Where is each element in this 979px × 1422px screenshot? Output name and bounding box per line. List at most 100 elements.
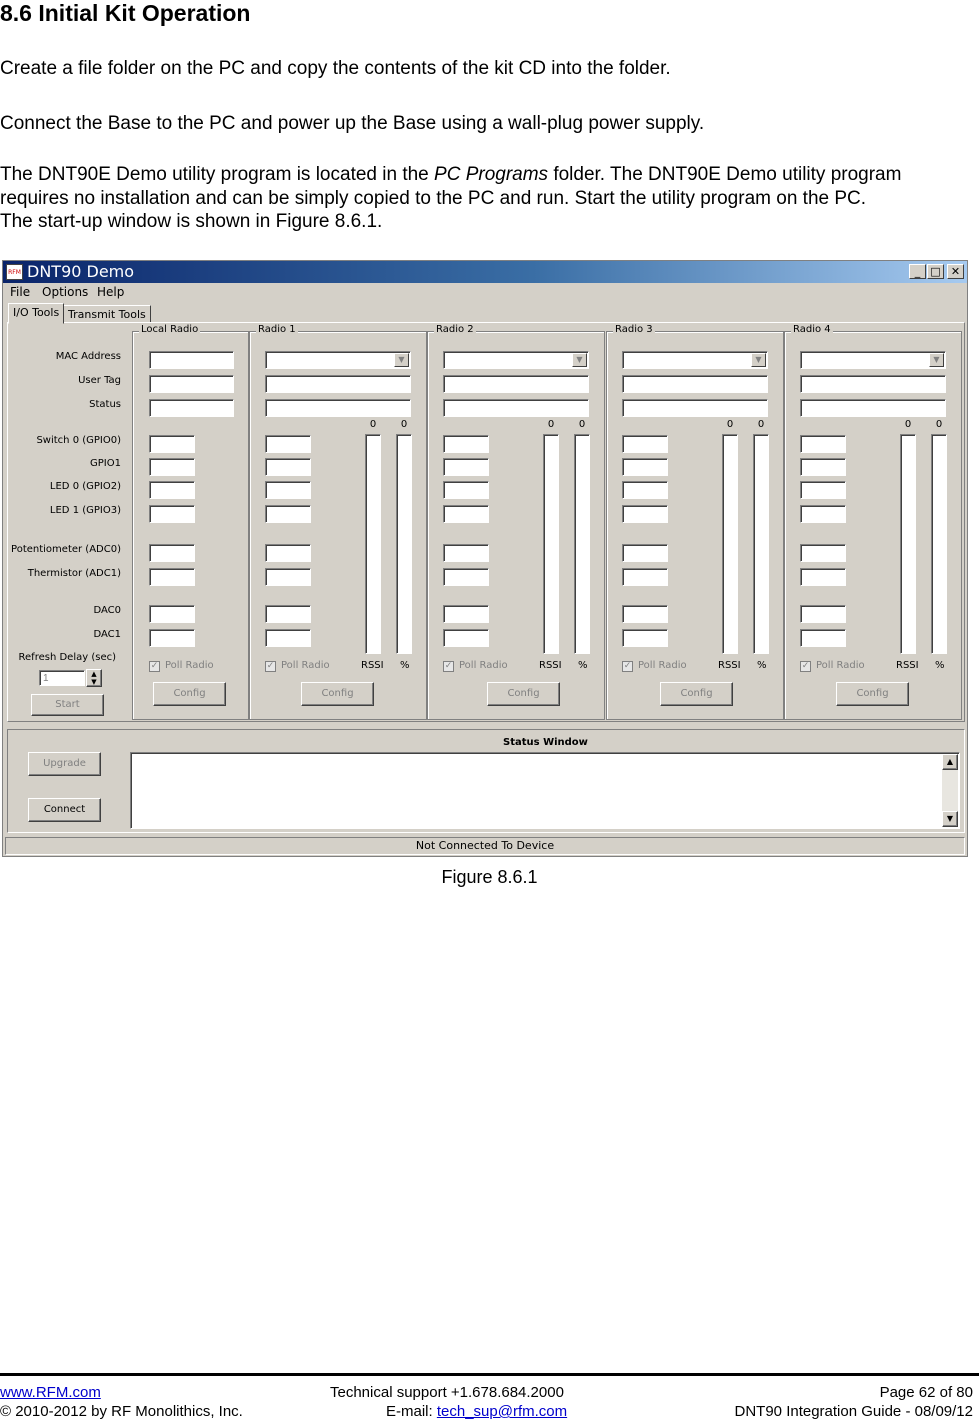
radio-mac-combo[interactable]: ▼ (265, 351, 411, 369)
local-value-field[interactable] (149, 605, 195, 623)
radio-status-field[interactable] (622, 399, 768, 417)
radio-value-field[interactable] (622, 458, 668, 476)
percent-label: % (400, 660, 410, 671)
chevron-down-icon[interactable]: ▼ (394, 353, 409, 367)
radio-value-field[interactable] (622, 605, 668, 623)
config-button[interactable]: Config (301, 682, 374, 706)
radio-value-field[interactable] (800, 544, 846, 562)
email-link[interactable]: tech_sup@rfm.com (437, 1403, 567, 1420)
radio-value-field[interactable] (800, 568, 846, 586)
radio-value-field[interactable] (265, 544, 311, 562)
field-label: Status (89, 399, 121, 410)
poll-radio-label: Poll Radio (459, 660, 508, 671)
radio-value-field[interactable] (622, 435, 668, 453)
radio-value-field[interactable] (265, 629, 311, 647)
radio-value-field[interactable] (265, 568, 311, 586)
scroll-up-icon[interactable]: ▲ (942, 754, 958, 770)
poll-radio-checkbox[interactable]: ✓ (265, 661, 276, 672)
radio-value-field[interactable] (800, 435, 846, 453)
radio-value-field[interactable] (622, 544, 668, 562)
radio-value-field[interactable] (265, 435, 311, 453)
radio-user-tag-field[interactable] (265, 375, 411, 393)
local-value-field[interactable] (149, 629, 195, 647)
radio-value-field[interactable] (265, 505, 311, 523)
radio-value-field[interactable] (800, 458, 846, 476)
radio-value-field[interactable] (443, 568, 489, 586)
radio-value-field[interactable] (800, 629, 846, 647)
refresh-delay-input[interactable] (39, 670, 85, 686)
maximize-button[interactable]: □ (927, 264, 944, 279)
connect-button[interactable]: Connect (28, 798, 101, 822)
radio-mac-combo[interactable]: ▼ (622, 351, 768, 369)
radio-value-field[interactable] (622, 481, 668, 499)
poll-radio-checkbox[interactable]: ✓ (622, 661, 633, 672)
emphasis: PC Programs (434, 164, 549, 185)
radio-value-field[interactable] (265, 458, 311, 476)
radio-mac-combo[interactable]: ▼ (443, 351, 589, 369)
radio-value-field[interactable] (443, 435, 489, 453)
menu-options[interactable]: Options (42, 285, 88, 299)
radio-value-field[interactable] (265, 481, 311, 499)
percent-bar (931, 434, 947, 654)
refresh-delay-spinner[interactable]: ▲ ▼ (86, 669, 102, 687)
local-text-field[interactable] (149, 399, 234, 417)
radio-value-field[interactable] (800, 605, 846, 623)
tab-transmit-tools[interactable]: Transmit Tools (63, 305, 151, 323)
radio-user-tag-field[interactable] (622, 375, 768, 393)
radio-value-field[interactable] (443, 505, 489, 523)
radio-value-field[interactable] (265, 605, 311, 623)
poll-radio-label: Poll Radio (638, 660, 687, 671)
local-value-field[interactable] (149, 435, 195, 453)
radio-value-field[interactable] (800, 505, 846, 523)
radio-mac-combo[interactable]: ▼ (800, 351, 946, 369)
radio-value-field[interactable] (622, 629, 668, 647)
close-button[interactable]: ✕ (947, 264, 964, 279)
local-text-field[interactable] (149, 351, 234, 369)
config-button[interactable]: Config (153, 682, 226, 706)
local-value-field[interactable] (149, 568, 195, 586)
tab-io-tools[interactable]: I/O Tools (8, 303, 65, 324)
config-button[interactable]: Config (836, 682, 909, 706)
local-value-field[interactable] (149, 505, 195, 523)
percent-value: 0 (757, 419, 765, 430)
chevron-down-icon[interactable]: ▼ (751, 353, 766, 367)
upgrade-button[interactable]: Upgrade (28, 752, 101, 776)
status-scrollbar[interactable]: ▲ ▼ (942, 754, 958, 827)
radio-value-field[interactable] (443, 481, 489, 499)
start-button[interactable]: Start (31, 694, 104, 716)
poll-radio-label: Poll Radio (816, 660, 865, 671)
radio-user-tag-field[interactable] (800, 375, 946, 393)
radio-status-field[interactable] (265, 399, 411, 417)
radio-value-field[interactable] (622, 505, 668, 523)
rssi-value: 0 (726, 419, 734, 430)
radio-value-field[interactable] (443, 544, 489, 562)
radio-value-field[interactable] (622, 568, 668, 586)
email-label: E-mail: (386, 1403, 437, 1420)
local-value-field[interactable] (149, 481, 195, 499)
minimize-button[interactable]: _ (909, 264, 926, 279)
website-link[interactable]: www.RFM.com (0, 1384, 101, 1402)
local-text-field[interactable] (149, 375, 234, 393)
status-log[interactable]: ▲ ▼ (130, 752, 960, 829)
radio-value-field[interactable] (443, 605, 489, 623)
radio-status-field[interactable] (443, 399, 589, 417)
poll-radio-checkbox[interactable]: ✓ (149, 661, 160, 672)
chevron-down-icon[interactable]: ▼ (572, 353, 587, 367)
poll-radio-checkbox[interactable]: ✓ (443, 661, 454, 672)
local-value-field[interactable] (149, 458, 195, 476)
radio-status-field[interactable] (800, 399, 946, 417)
scroll-down-icon[interactable]: ▼ (942, 811, 958, 827)
rssi-label: RSSI (361, 660, 384, 671)
poll-radio-checkbox[interactable]: ✓ (800, 661, 811, 672)
field-label: LED 0 (GPIO2) (49, 481, 121, 492)
radio-value-field[interactable] (443, 458, 489, 476)
config-button[interactable]: Config (660, 682, 733, 706)
menu-help[interactable]: Help (97, 285, 124, 299)
chevron-down-icon[interactable]: ▼ (929, 353, 944, 367)
radio-value-field[interactable] (443, 629, 489, 647)
menu-file[interactable]: File (10, 285, 30, 299)
config-button[interactable]: Config (487, 682, 560, 706)
radio-user-tag-field[interactable] (443, 375, 589, 393)
radio-value-field[interactable] (800, 481, 846, 499)
local-value-field[interactable] (149, 544, 195, 562)
